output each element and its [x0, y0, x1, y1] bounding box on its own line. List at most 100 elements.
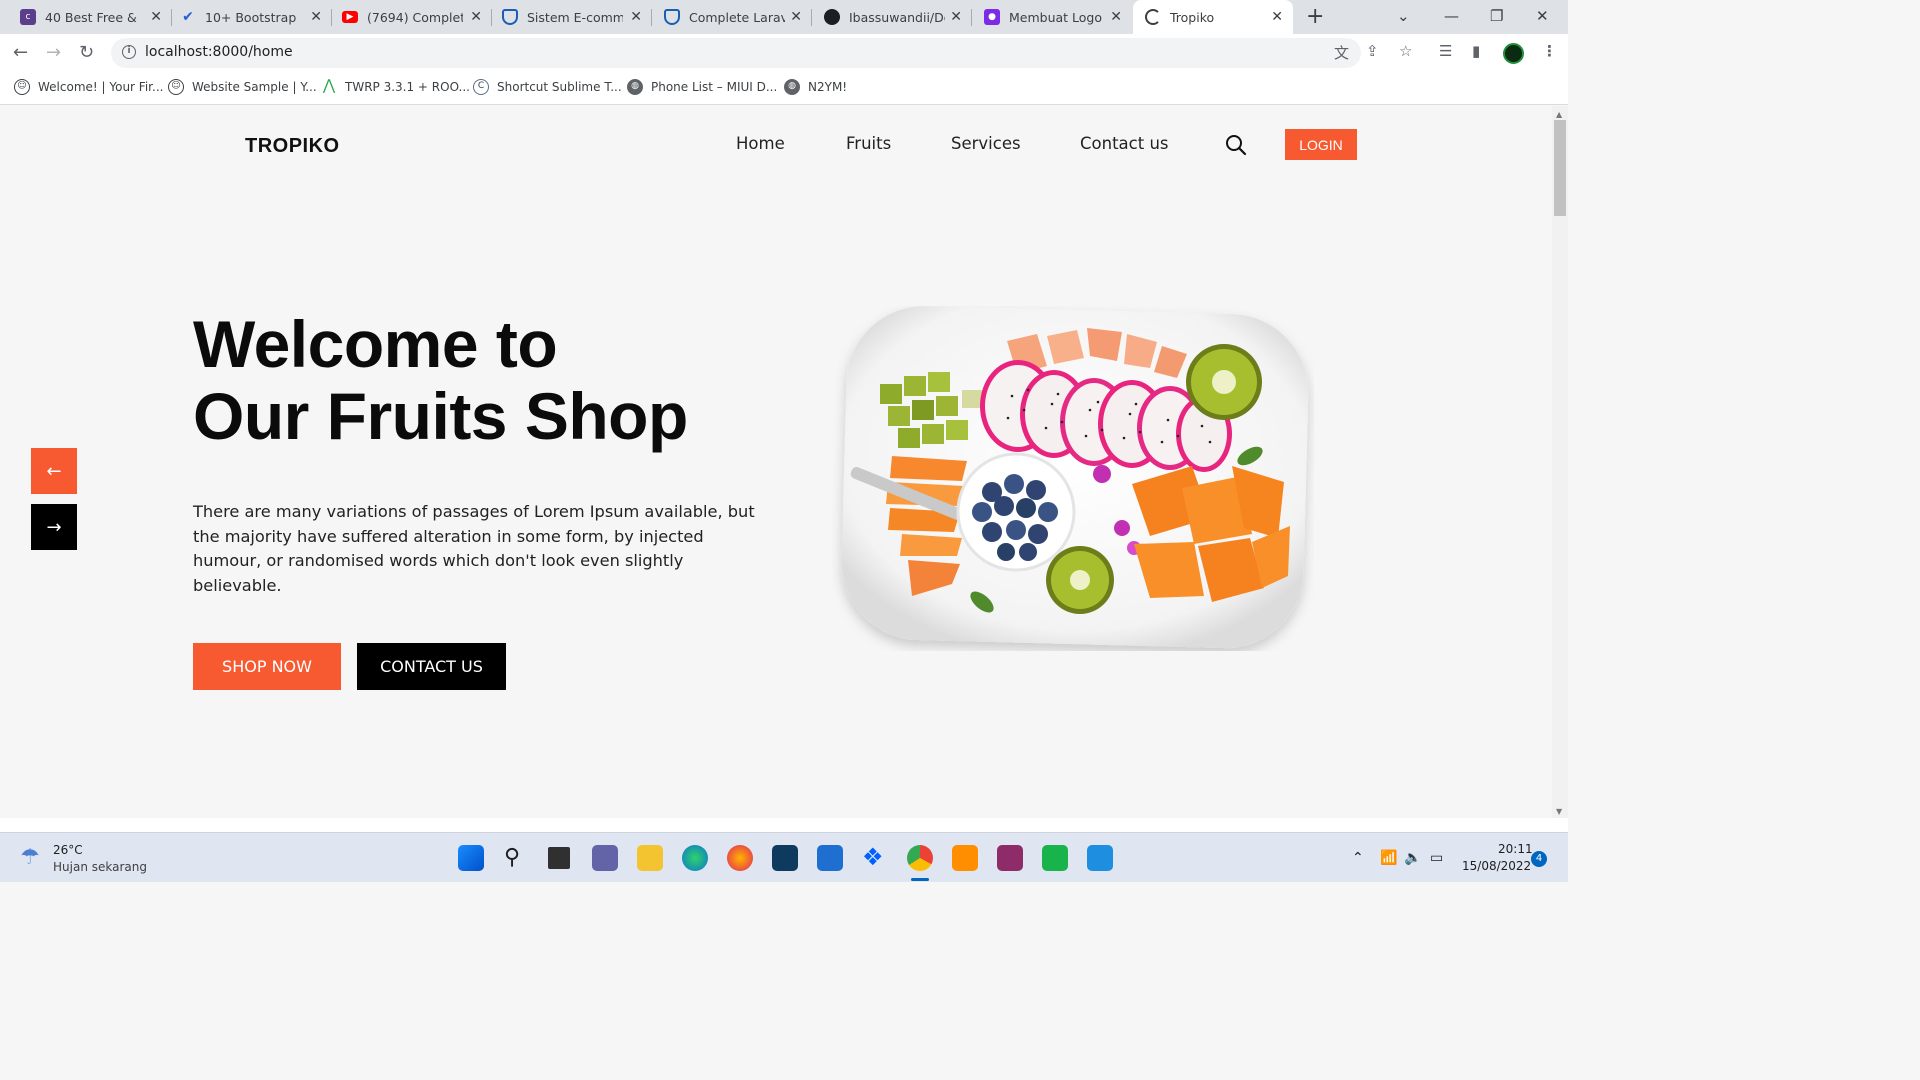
browser-tab[interactable]: Sistem E-commer ✕	[492, 0, 652, 34]
start-icon[interactable]	[458, 845, 484, 871]
url-text[interactable]: localhost:8000/home	[145, 44, 293, 60]
active-app-indicator	[911, 878, 929, 881]
scroll-up-icon[interactable]: ▲	[1556, 110, 1562, 119]
minimize-icon[interactable]: —	[1444, 7, 1459, 25]
battery-icon[interactable]: ▭	[1430, 850, 1443, 866]
weather-description[interactable]: Hujan sekarang	[53, 860, 147, 874]
profile-avatar[interactable]	[1503, 43, 1524, 64]
close-tab-icon[interactable]: ✕	[790, 9, 802, 25]
menu-icon[interactable]: ⋮	[1542, 42, 1557, 60]
clock-date[interactable]: 15/08/2022	[1462, 859, 1531, 873]
teams-chat-icon[interactable]	[592, 845, 618, 871]
page-scrollbar[interactable]: ▲ ▼	[1552, 106, 1568, 818]
nav-fruits[interactable]: Fruits	[846, 134, 891, 153]
taskbar-search-icon[interactable]: ⚲	[504, 845, 520, 870]
bookmark-item[interactable]: C Shortcut Sublime T...	[473, 79, 622, 95]
tab-title: Sistem E-commer	[527, 9, 623, 25]
bookmark-item[interactable]: ◍ Phone List – MIUI D...	[627, 79, 777, 95]
weather-temperature[interactable]: 26°C	[53, 843, 83, 857]
reload-icon[interactable]: ↻	[79, 43, 94, 63]
browser-tab[interactable]: Complete Laravel ✕	[652, 0, 812, 34]
globe-icon: ◍	[784, 79, 800, 95]
close-window-icon[interactable]: ✕	[1536, 7, 1549, 25]
carousel-prev-button[interactable]: ←	[31, 448, 77, 494]
chrome-icon[interactable]	[907, 845, 933, 871]
reading-list-icon[interactable]: ☰	[1439, 42, 1452, 60]
hero-title-line1: Welcome to	[193, 307, 558, 381]
smiley-icon: ☺	[168, 79, 184, 95]
close-tab-icon[interactable]: ✕	[470, 9, 482, 25]
carousel-next-button[interactable]: →	[31, 504, 77, 550]
bookmark-item[interactable]: ☺ Website Sample | Y...	[168, 79, 317, 95]
close-tab-icon[interactable]: ✕	[1110, 9, 1122, 25]
translate-icon[interactable]: ⽂	[1334, 42, 1349, 63]
show-hidden-icons-icon[interactable]: ⌃	[1352, 850, 1364, 866]
login-button[interactable]: LOGIN	[1285, 129, 1357, 160]
tab-search-icon[interactable]: ⌄	[1397, 7, 1410, 25]
app-green-icon[interactable]	[1042, 845, 1068, 871]
shop-now-button[interactable]: SHOP NOW	[193, 643, 341, 690]
sublime-text-icon[interactable]	[952, 845, 978, 871]
bookmark-item[interactable]: ◍ N2YM!	[784, 79, 847, 95]
github-icon	[824, 9, 840, 25]
restore-icon[interactable]: ❐	[1490, 7, 1503, 25]
volume-icon[interactable]: 🔈	[1404, 850, 1421, 866]
bookmark-label: Phone List – MIUI D...	[651, 80, 778, 94]
close-tab-icon[interactable]: ✕	[950, 9, 962, 25]
arrow-right-icon: →	[46, 516, 62, 538]
hero-title: Welcome to Our Fruits Shop	[193, 308, 813, 452]
bookmark-label: Shortcut Sublime T...	[497, 80, 622, 94]
browser-tab[interactable]: ● Membuat Logo ✕	[972, 0, 1132, 34]
close-tab-icon[interactable]: ✕	[310, 9, 322, 25]
shield-icon	[664, 9, 680, 25]
side-panel-icon[interactable]: ▮	[1472, 42, 1480, 60]
contact-us-button[interactable]: CONTACT US	[357, 643, 506, 690]
scroll-down-icon[interactable]: ▼	[1556, 807, 1562, 816]
bookmark-label: TWRP 3.3.1 + ROO...	[345, 80, 470, 94]
bookmark-item[interactable]: ⋀ TWRP 3.3.1 + ROO...	[321, 76, 470, 95]
smiley-icon: ☺	[14, 79, 30, 95]
notification-badge[interactable]: 4	[1531, 851, 1547, 867]
dropbox-icon[interactable]: ❖	[862, 843, 884, 871]
nav-contact-us[interactable]: Contact us	[1080, 134, 1169, 153]
edge-icon[interactable]	[682, 845, 708, 871]
twrp-icon: ⋀	[322, 76, 336, 94]
bookmark-star-icon[interactable]: ☆	[1399, 42, 1412, 60]
scrollbar-thumb[interactable]	[1554, 120, 1566, 216]
site-info-icon[interactable]: i	[122, 45, 136, 59]
file-explorer-icon[interactable]	[637, 845, 663, 871]
tab-strip: c 40 Best Free & Re ✕ ✔ 10+ Bootstrap eC…	[0, 0, 1568, 34]
bookmark-item[interactable]: ☺ Welcome! | Your Fir...	[14, 79, 163, 95]
firefox-icon[interactable]	[727, 845, 753, 871]
browser-tab[interactable]: ✔ 10+ Bootstrap eC ✕	[172, 0, 332, 34]
browser-tab[interactable]: ▶ (7694) Complete ✕	[332, 0, 492, 34]
browser-tab-active[interactable]: Tropiko ✕	[1133, 0, 1293, 34]
browser-tab[interactable]: c 40 Best Free & Re ✕	[12, 0, 172, 34]
globe-icon: ◍	[627, 79, 643, 95]
tab-title: Ibassuwandii/Dok	[849, 9, 945, 25]
share-icon[interactable]: ⇪	[1366, 42, 1379, 60]
vscode-icon[interactable]	[1087, 845, 1113, 871]
site-logo[interactable]: TROPIKO	[245, 135, 340, 158]
address-bar[interactable]: i localhost:8000/home	[111, 38, 1361, 68]
search-icon[interactable]	[1225, 134, 1247, 156]
hero-title-line2: Our Fruits Shop	[193, 379, 688, 453]
nav-home[interactable]: Home	[736, 134, 785, 153]
new-tab-icon[interactable]: +	[1306, 6, 1324, 28]
forward-icon[interactable]: →	[46, 43, 61, 63]
loading-icon	[1145, 9, 1161, 25]
close-tab-icon[interactable]: ✕	[1271, 9, 1283, 25]
close-tab-icon[interactable]: ✕	[630, 9, 642, 25]
tab-title: 40 Best Free & Re	[45, 9, 141, 25]
clock-time[interactable]: 20:11	[1498, 842, 1533, 856]
app-icon[interactable]	[772, 845, 798, 871]
rain-weather-icon[interactable]: ☂	[20, 845, 40, 870]
nav-services[interactable]: Services	[951, 134, 1021, 153]
close-tab-icon[interactable]: ✕	[150, 9, 162, 25]
winrar-icon[interactable]	[997, 845, 1023, 871]
browser-tab[interactable]: Ibassuwandii/Dok ✕	[812, 0, 972, 34]
back-icon[interactable]: ←	[13, 43, 28, 63]
task-view-icon[interactable]	[548, 847, 570, 869]
wifi-icon[interactable]: 📶	[1380, 850, 1397, 866]
microsoft-store-icon[interactable]	[817, 845, 843, 871]
